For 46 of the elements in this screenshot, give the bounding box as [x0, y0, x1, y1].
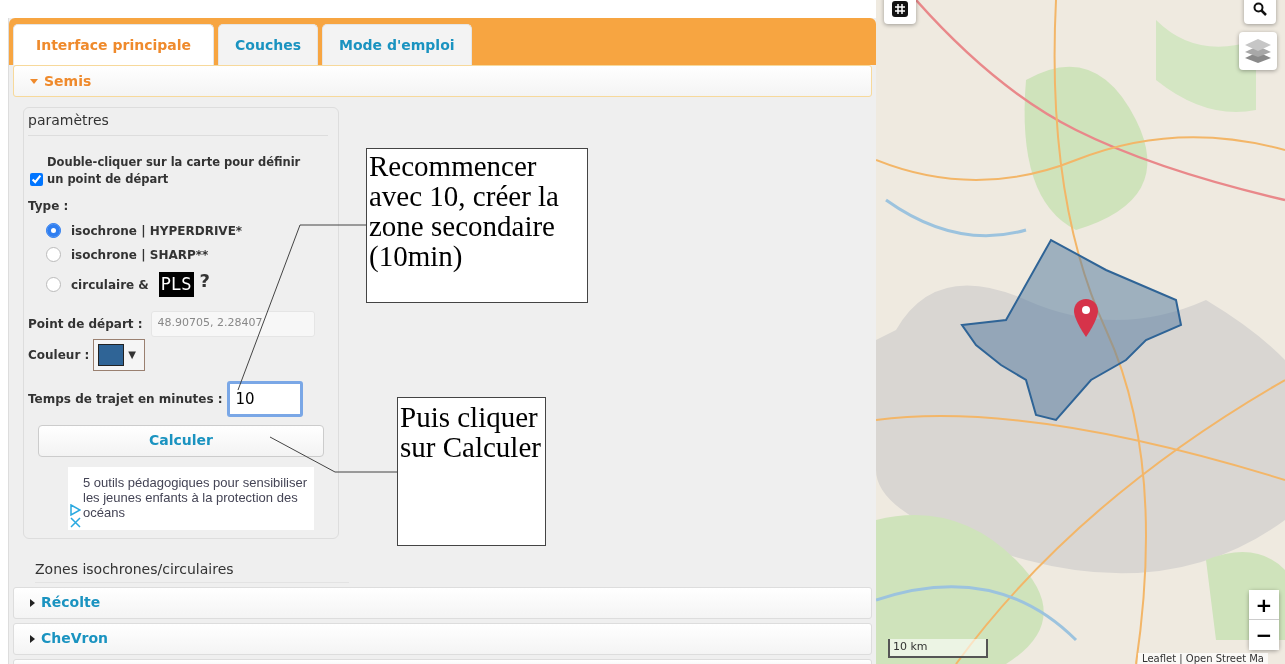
section-title: Semis	[44, 71, 92, 91]
time-input[interactable]: 10	[226, 380, 303, 417]
zoom-in-button[interactable]: +	[1249, 590, 1279, 620]
section-title: Récolte	[41, 593, 101, 612]
search-button[interactable]	[1244, 0, 1276, 24]
scale-bar: 10 km	[888, 639, 988, 658]
attribution-text: Leaflet | Open Street Ma	[1138, 653, 1268, 664]
radio-button[interactable]	[46, 277, 61, 292]
zoom-out-button[interactable]: −	[1249, 620, 1279, 650]
accordion-header[interactable]: CheVron	[13, 622, 872, 655]
hash-icon	[892, 1, 908, 17]
fieldset-legend: Zones isochrones/circulaires	[35, 558, 349, 583]
callout-box: Recommencer avec 10, créer la zone secondaire (10min)	[366, 148, 588, 303]
fieldset-legend: paramètres	[28, 108, 328, 136]
radio-label: isochrone | SHARP**	[71, 246, 209, 264]
ad-text[interactable]: 5 outils pédagogiques pour sensibiliser les jeunes enfants à la protection des océans	[83, 474, 308, 530]
grid-button[interactable]	[884, 0, 916, 24]
layers-icon	[1244, 38, 1272, 64]
close-icon[interactable]	[70, 516, 81, 528]
tab[interactable]: Interface principale	[13, 24, 215, 65]
accordion-header[interactable]: Semis	[13, 65, 872, 97]
tab[interactable]: Mode d'emploi	[322, 24, 472, 65]
field-label: Point de départ :	[28, 315, 143, 333]
field-label: Couleur :	[28, 346, 90, 364]
field-label: Temps de trajet en minutes :	[28, 390, 223, 408]
logo-badge: PLS	[158, 271, 194, 298]
map-marker-icon[interactable]	[1073, 298, 1099, 338]
radio-button[interactable]	[46, 223, 61, 238]
checkbox-label: Double-cliquer sur la carte pour définir un point de départ	[47, 154, 302, 189]
calculate-button[interactable]: Calculer	[38, 424, 324, 457]
play-icon[interactable]	[70, 503, 81, 516]
callout-box: Puis cliquer sur Calculer	[397, 397, 546, 546]
accordion-header[interactable]: Récolte	[13, 586, 872, 619]
radio-label: isochrone | HYPERDRIVE*	[71, 222, 243, 240]
field-label: Type :	[28, 197, 69, 215]
checkbox[interactable]	[30, 172, 43, 186]
radio-button[interactable]	[46, 247, 61, 262]
search-icon	[1253, 2, 1267, 16]
radio-label: circulaire &	[71, 276, 149, 294]
caret-icon: ▼	[128, 347, 136, 362]
section-title: CheVron	[41, 629, 109, 648]
color-picker[interactable]: ▼	[93, 338, 146, 371]
coordinates-field[interactable]: 48.90705, 2.28407	[150, 310, 315, 337]
tab[interactable]: Couches	[218, 24, 318, 65]
help-icon[interactable]: ?	[199, 267, 210, 294]
layers-button[interactable]	[1239, 32, 1277, 70]
